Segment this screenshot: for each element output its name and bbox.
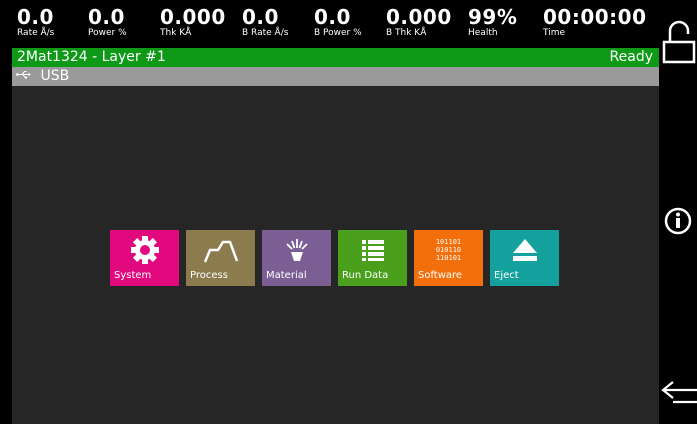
- metric-b-power-value: 0.0: [314, 5, 351, 29]
- metric-power-value: 0.0: [88, 5, 125, 29]
- eject-icon: [490, 234, 559, 266]
- metric-rate-label: Rate Å/s: [17, 28, 55, 38]
- run-state: Ready: [609, 49, 653, 65]
- metric-time: 00:00:00 Time: [543, 6, 647, 38]
- binary-line: 101101: [435, 238, 462, 246]
- material-label: Material: [266, 270, 307, 281]
- lock-icon: [660, 16, 696, 64]
- device-label: USB: [40, 68, 70, 84]
- device-bar[interactable]: USB: [12, 67, 659, 86]
- back-button[interactable]: [659, 378, 697, 412]
- process-tile[interactable]: Process: [186, 230, 255, 286]
- metric-health: 99% Health: [468, 6, 517, 38]
- eject-tile[interactable]: Eject: [490, 230, 559, 286]
- process-label: Process: [190, 270, 228, 281]
- usb-icon: [16, 67, 31, 86]
- metric-b-power: 0.0 B Power %: [314, 6, 362, 38]
- metric-health-label: Health: [468, 28, 498, 38]
- metric-thickness: 0.000 Thk KÅ: [160, 6, 226, 38]
- metric-time-label: Time: [543, 28, 566, 38]
- info-icon: [664, 206, 692, 240]
- system-label: System: [114, 270, 152, 281]
- metric-b-thickness-label: B Thk KÅ: [386, 28, 427, 38]
- metric-b-thickness-value: 0.000: [386, 5, 452, 29]
- material-tile[interactable]: Material: [262, 230, 331, 286]
- metric-health-value: 99%: [468, 5, 518, 29]
- process-graph-icon: [186, 234, 255, 266]
- metric-thickness-label: Thk KÅ: [160, 28, 192, 38]
- metric-power: 0.0 Power %: [88, 6, 127, 38]
- metric-b-rate: 0.0 B Rate Å/s: [242, 6, 288, 38]
- metric-rate: 0.0 Rate Å/s: [17, 6, 54, 38]
- metric-b-thickness: 0.000 B Thk KÅ: [386, 6, 452, 38]
- binary-line: 010110: [435, 246, 462, 254]
- system-tile[interactable]: System: [110, 230, 179, 286]
- layer-bar[interactable]: 2Mat1324 - Layer #1 Ready: [12, 48, 659, 67]
- metric-b-rate-value: 0.0: [242, 5, 279, 29]
- run-data-tile[interactable]: Run Data: [338, 230, 407, 286]
- software-tile[interactable]: 101101 010110 110101 Software: [414, 230, 483, 286]
- binary-line: 110101: [435, 254, 462, 262]
- software-label: Software: [418, 270, 463, 281]
- right-rail: [659, 0, 697, 424]
- lock-button[interactable]: [659, 16, 697, 64]
- list-icon: [338, 234, 407, 266]
- back-arrow-icon: [659, 378, 697, 412]
- metric-b-rate-label: B Rate Å/s: [242, 28, 289, 38]
- metric-time-value: 00:00:00: [543, 5, 647, 29]
- run-data-label: Run Data: [342, 270, 389, 281]
- main-screen: 0.0 Rate Å/s 0.0 Power % 0.000 Thk KÅ 0.…: [12, 0, 659, 424]
- gear-icon: [110, 234, 179, 266]
- metric-b-power-label: B Power %: [314, 28, 362, 38]
- binary-icon: 101101 010110 110101: [414, 234, 483, 266]
- metric-thickness-value: 0.000: [160, 5, 226, 29]
- eject-label: Eject: [494, 270, 519, 281]
- info-button[interactable]: [659, 206, 697, 240]
- status-bar: 0.0 Rate Å/s 0.0 Power % 0.000 Thk KÅ 0.…: [12, 0, 659, 48]
- metric-rate-value: 0.0: [17, 5, 54, 29]
- layer-name: 2Mat1324 - Layer #1: [17, 49, 166, 65]
- metric-power-label: Power %: [88, 28, 127, 38]
- material-source-icon: [262, 234, 331, 266]
